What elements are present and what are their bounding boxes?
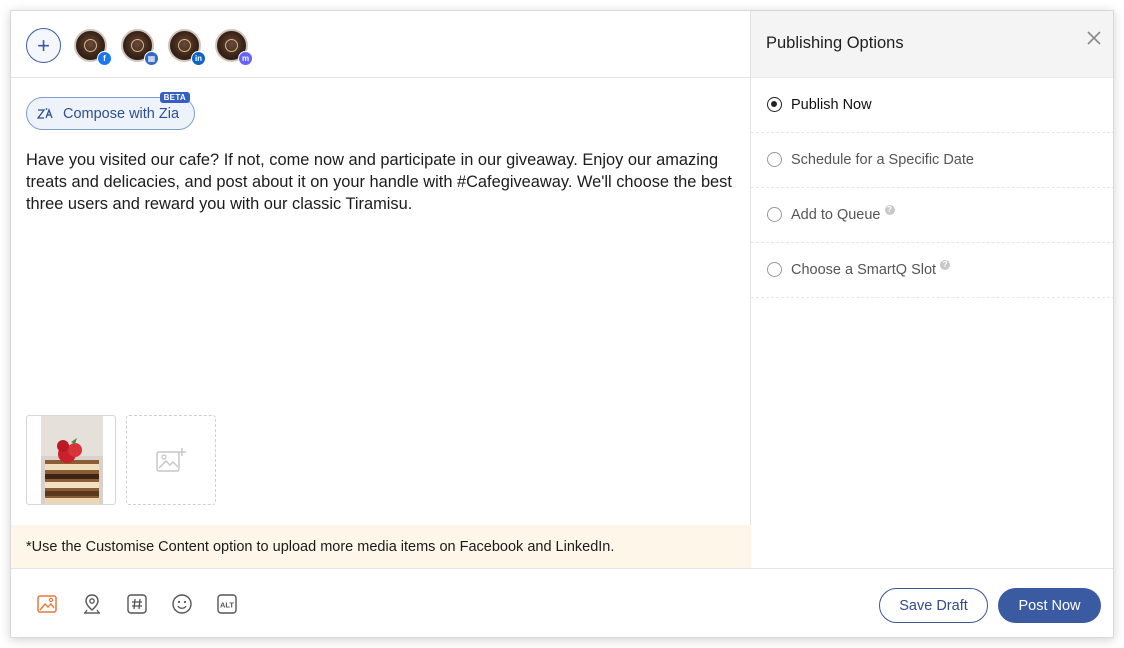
- help-icon[interactable]: ?: [940, 260, 951, 270]
- facebook-icon: f: [97, 51, 112, 66]
- plus-icon: +: [37, 32, 50, 58]
- option-label-wrap: Choose a SmartQ Slot?: [791, 260, 951, 278]
- radio-schedule-date[interactable]: [767, 152, 782, 167]
- post-text-editor[interactable]: Have you visited our cafe? If not, come …: [26, 149, 736, 215]
- help-icon[interactable]: ?: [884, 205, 895, 215]
- radio-add-to-queue[interactable]: [767, 207, 782, 222]
- hashtag-icon[interactable]: [126, 593, 148, 615]
- option-smartq-slot[interactable]: Choose a SmartQ Slot?: [751, 243, 1113, 298]
- option-label: Add to Queue: [791, 207, 881, 223]
- radio-publish-now[interactable]: [767, 97, 782, 112]
- add-media-button[interactable]: [126, 415, 216, 505]
- accounts-bar: + f ▦ in m: [11, 11, 751, 78]
- option-publish-now[interactable]: Publish Now: [751, 78, 1113, 133]
- radio-smartq-slot[interactable]: [767, 262, 782, 277]
- media-notice: *Use the Customise Content option to upl…: [11, 525, 751, 568]
- beta-badge: BETA: [159, 92, 190, 103]
- compose-with-zia-button[interactable]: Compose with Zia BETA: [26, 92, 195, 130]
- mastodon-icon: m: [238, 51, 253, 66]
- image-icon[interactable]: [36, 593, 58, 615]
- panel-header: Publishing Options: [751, 11, 1113, 78]
- composer-pane: + f ▦ in m Compose with Zia BETA Have yo…: [11, 11, 751, 568]
- avatar-mastodon[interactable]: m: [215, 29, 253, 66]
- alt-text-icon[interactable]: ALT: [216, 593, 238, 615]
- panel-title: Publishing Options: [766, 34, 904, 52]
- emoji-icon[interactable]: [171, 593, 193, 615]
- avatar-facebook[interactable]: f: [74, 29, 112, 66]
- footer-toolbar: ALT Save Draft Post Now: [11, 568, 1113, 637]
- location-icon[interactable]: [81, 593, 103, 615]
- option-label: Schedule for a Specific Date: [791, 152, 974, 168]
- add-account-button[interactable]: +: [26, 28, 61, 63]
- option-label: Choose a SmartQ Slot: [791, 262, 937, 278]
- save-draft-button[interactable]: Save Draft: [879, 588, 988, 623]
- compose-post-dialog: + f ▦ in m Compose with Zia BETA Have yo…: [10, 10, 1114, 638]
- publishing-options-panel: Publishing Options Publish Now Schedule …: [751, 11, 1113, 568]
- option-add-to-queue[interactable]: Add to Queue?: [751, 188, 1113, 243]
- zia-icon: [37, 107, 53, 119]
- zia-button-label: Compose with Zia: [63, 105, 180, 122]
- avatar-business[interactable]: ▦: [121, 29, 159, 66]
- option-schedule-date[interactable]: Schedule for a Specific Date: [751, 133, 1113, 188]
- media-thumbnail[interactable]: [26, 415, 116, 505]
- business-icon: ▦: [144, 51, 159, 66]
- cake-image: [41, 416, 103, 504]
- avatar-linkedin[interactable]: in: [168, 29, 206, 66]
- post-now-button[interactable]: Post Now: [998, 588, 1101, 623]
- option-label-wrap: Add to Queue?: [791, 205, 895, 223]
- add-image-icon: [156, 448, 186, 472]
- linkedin-icon: in: [191, 51, 206, 66]
- option-label: Publish Now: [791, 97, 872, 113]
- close-icon[interactable]: [1085, 29, 1103, 47]
- svg-text:ALT: ALT: [220, 601, 234, 610]
